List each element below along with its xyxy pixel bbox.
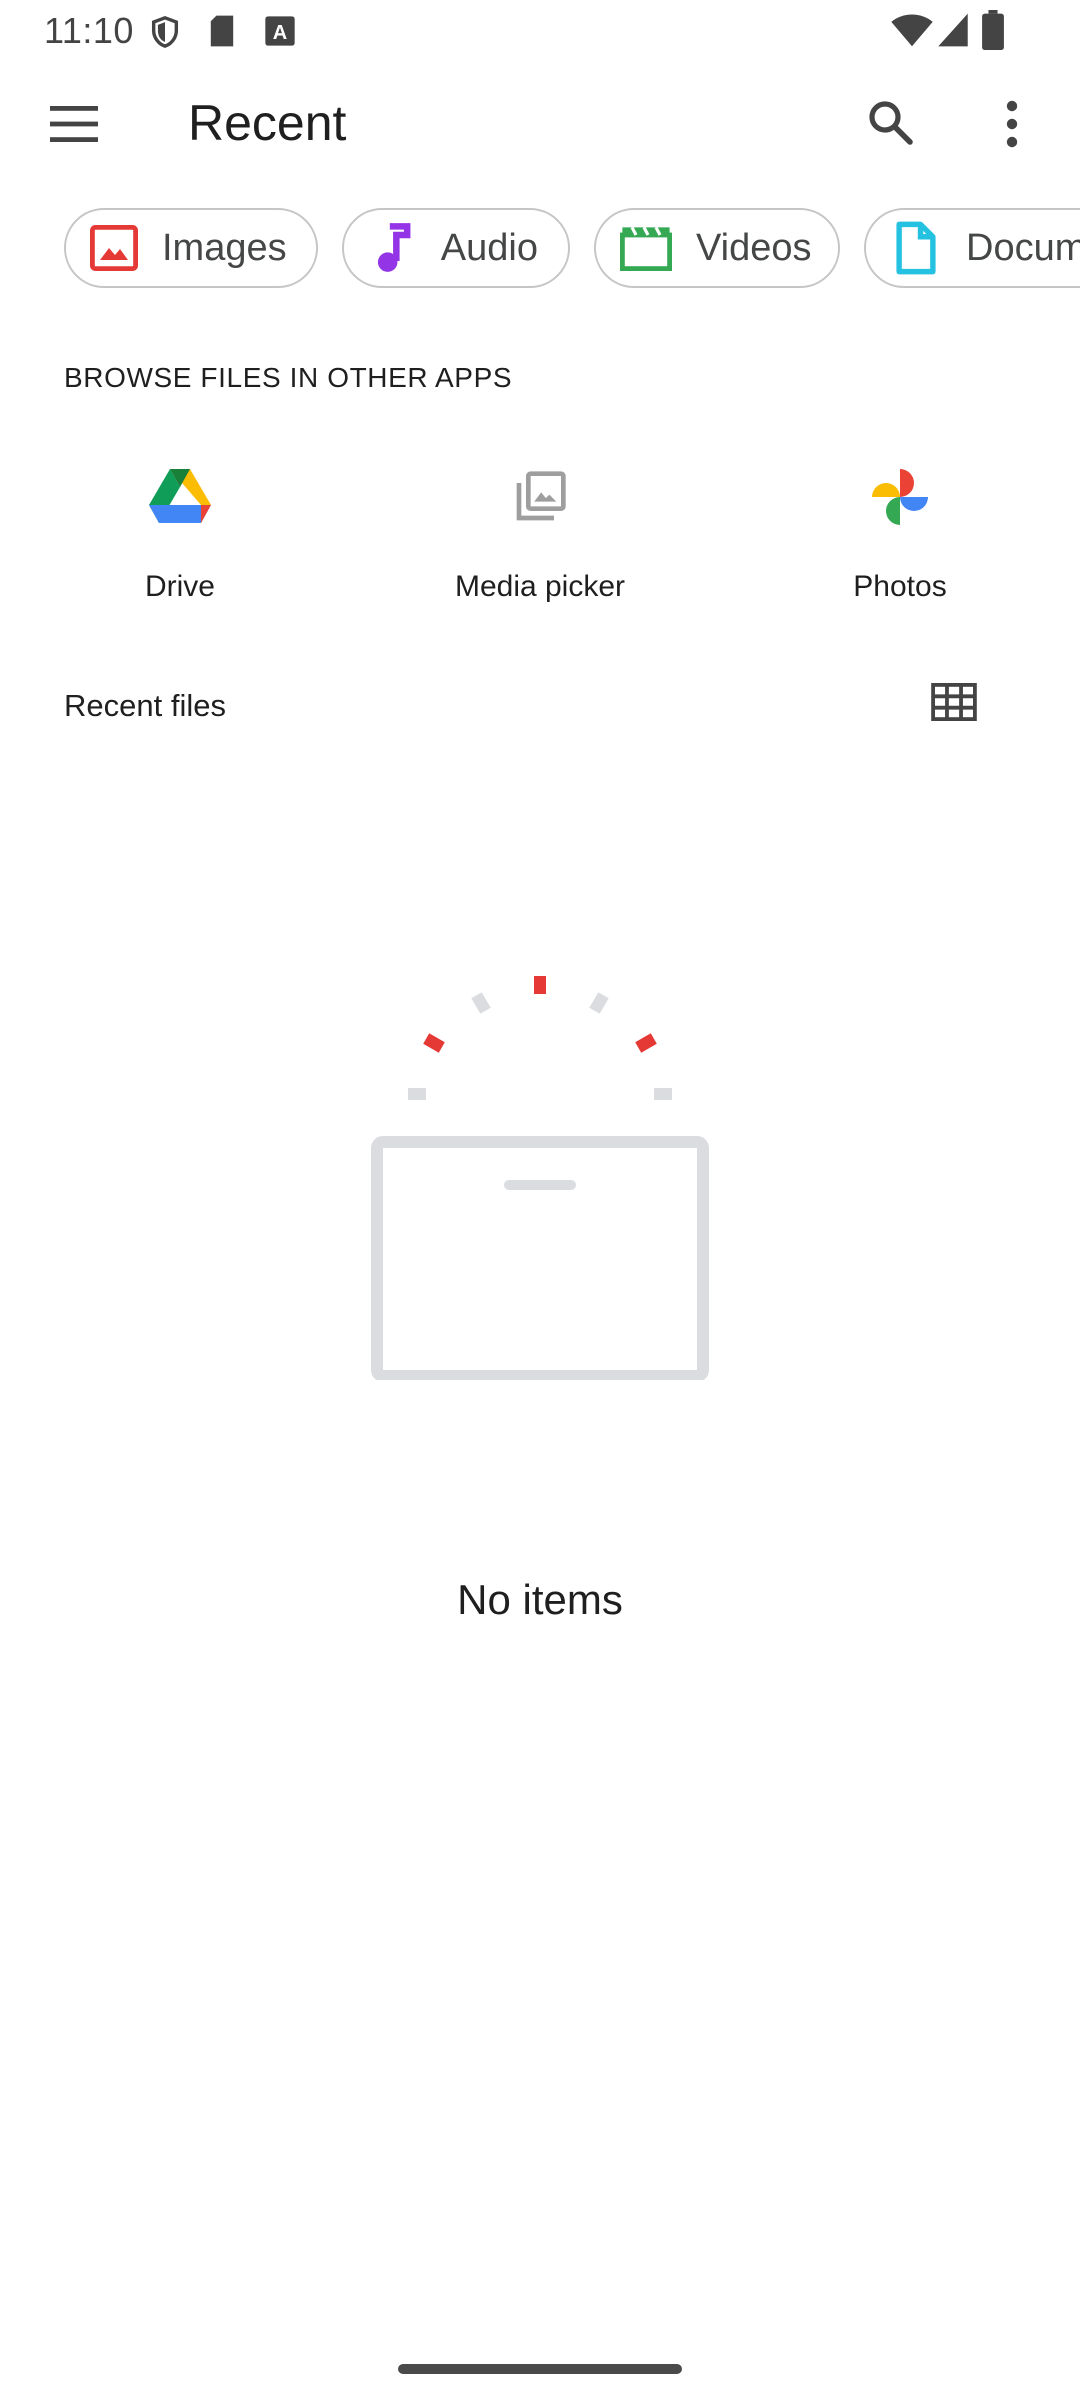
top-app-bar: Recent: [0, 62, 1080, 192]
chip-label: Videos: [696, 226, 812, 269]
recent-files-title: Recent files: [64, 688, 226, 723]
search-icon: [866, 98, 914, 151]
font-a-icon: A: [264, 14, 296, 53]
app-tile-media-picker[interactable]: Media picker: [390, 440, 690, 620]
navigation-menu-button[interactable]: [26, 78, 122, 174]
google-photos-icon: [865, 462, 935, 532]
shield-icon: [148, 14, 182, 55]
document-icon: [890, 221, 942, 275]
google-drive-icon: [145, 462, 215, 532]
empty-state-message: No items: [457, 1576, 623, 1623]
image-icon: [90, 222, 138, 274]
chip-videos[interactable]: Videos: [594, 208, 840, 288]
browse-apps-heading: BROWSE FILES IN OTHER APPS: [64, 362, 513, 393]
signal-icon: [936, 12, 970, 53]
app-label: Drive: [144, 570, 215, 603]
app-label: Photos: [853, 570, 947, 603]
music-note-icon: [368, 222, 417, 274]
app-tile-photos[interactable]: Photos: [750, 440, 1050, 620]
chip-label: Images: [162, 226, 287, 269]
chip-images[interactable]: Images: [64, 208, 318, 288]
battery-icon: [982, 10, 1004, 55]
chip-label: Audio: [440, 226, 538, 269]
more-vert-icon: [1004, 100, 1020, 153]
wifi-icon: [890, 12, 934, 53]
search-button[interactable]: [842, 76, 938, 172]
svg-text:A: A: [273, 22, 287, 44]
chip-label: Docum: [966, 226, 1080, 269]
gesture-navigation-bar[interactable]: [398, 2364, 682, 2374]
chip-documents[interactable]: Docum: [864, 208, 1080, 288]
movie-icon: [620, 222, 672, 274]
more-options-button[interactable]: [964, 78, 1060, 174]
hamburger-menu-icon: [49, 105, 99, 147]
status-bar: 11:10 A: [0, 0, 1080, 62]
status-time: 11:10: [44, 10, 134, 51]
page-title: Recent: [188, 95, 347, 151]
grid-view-icon: [931, 682, 977, 726]
chip-audio[interactable]: Audio: [342, 208, 570, 288]
empty-state-illustration: [360, 960, 720, 1382]
photo-library-icon: [505, 462, 575, 532]
category-chips-row: Images Audio Videos Docum: [0, 208, 1080, 294]
view-toggle-button[interactable]: [910, 660, 998, 748]
sd-card-icon: [208, 14, 236, 53]
app-tile-drive[interactable]: Drive: [30, 440, 330, 620]
app-label: Media picker: [454, 570, 626, 603]
